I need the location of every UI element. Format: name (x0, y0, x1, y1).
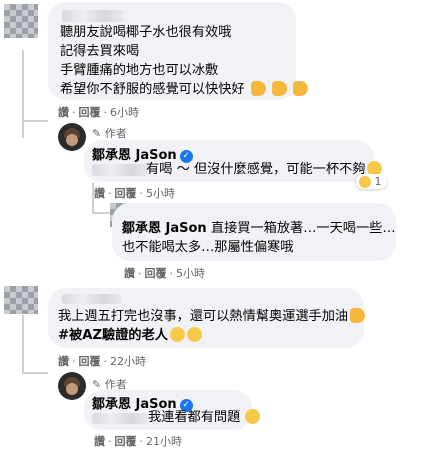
author-avatar[interactable] (58, 123, 86, 151)
timestamp[interactable]: 21小時 (146, 433, 182, 449)
thread-line (22, 315, 24, 373)
comment-text-line: 希望你不舒服的感覺可以快快好 (60, 80, 309, 99)
separator: · (139, 187, 144, 200)
comment-text-line: 聽朋友說喝椰子水也很有效哦 (60, 25, 232, 40)
mention-redacted[interactable] (92, 413, 148, 424)
timestamp[interactable]: 22小時 (110, 353, 146, 369)
like-link[interactable]: 讚 (124, 265, 135, 281)
author-badge-label: 作者 (104, 127, 127, 140)
avatar[interactable] (4, 4, 38, 38)
timestamp[interactable]: 5小時 (146, 185, 175, 201)
mention-redacted[interactable] (92, 164, 148, 176)
comment-actions: 讚 · 回覆 · 5小時 (94, 185, 175, 201)
avatar[interactable] (4, 286, 38, 314)
comment-actions: 讚 · 回覆 · 22小時 (58, 353, 146, 369)
thread-line (22, 120, 48, 122)
author-avatar[interactable] (58, 372, 86, 400)
thread-line (22, 50, 24, 138)
separator: · (103, 106, 108, 119)
comment-bubble: 我上週五打完也沒事，還可以熱情幫奧運選手加油 #被AZ驗證的老人 (48, 288, 366, 348)
separator: · (169, 267, 174, 280)
pencil-icon: ✎ (92, 127, 102, 140)
comment-text: 我連看都有問題 (148, 408, 261, 427)
muscle-icon (250, 81, 266, 96)
separator: · (108, 187, 112, 200)
comment-actions: 讚 · 回覆 · 5小時 (124, 265, 205, 281)
timestamp[interactable]: 5小時 (176, 265, 205, 281)
muscle-icon (350, 308, 366, 323)
comment-text: 有喝 ～ 但沒什麼感覺，可能一杯不夠 (146, 160, 383, 179)
reply-link[interactable]: 回覆 (115, 185, 137, 201)
comment-text: 我上週五打完也沒事，還可以熱情幫奧運選手加油 (58, 309, 349, 324)
sad-emoji-icon (245, 409, 261, 424)
comment-text-line: #被AZ驗證的老人 (58, 326, 202, 345)
comment-text-line: 記得去買來喝 (60, 44, 140, 59)
separator: · (72, 355, 76, 368)
comment-text: 希望你不舒服的感覺可以快快好 (60, 82, 245, 97)
hashtag-link[interactable]: #被AZ驗證的老人 (58, 328, 168, 343)
separator: · (139, 435, 144, 448)
reply-text-line: 鄒承恩 JaSon 直接買一箱放著…一天喝一些… (122, 219, 396, 238)
commenter-name-redacted[interactable] (62, 294, 122, 304)
comment-text-line: 手臂腫痛的地方也可以冰敷 (60, 63, 219, 78)
like-link[interactable]: 讚 (94, 433, 105, 449)
like-link[interactable]: 讚 (94, 185, 105, 201)
reaction-badge[interactable]: 1 (356, 174, 387, 189)
muscle-icon (293, 81, 309, 96)
comment-bubble: 聽朋友說喝椰子水也很有效哦 記得去買來喝 手臂腫痛的地方也可以冰敷 希望你不舒服… (48, 2, 309, 100)
separator: · (103, 355, 108, 368)
reply-link[interactable]: 回覆 (115, 433, 137, 449)
comment-bubble: 鄒承恩 JaSon ✓ 有喝 ～ 但沒什麼感覺，可能一杯不夠 (84, 140, 383, 182)
reply-text: 直接買一箱放著…一天喝一些… (210, 221, 396, 236)
like-link[interactable]: 讚 (58, 353, 69, 369)
thread-line (22, 372, 48, 374)
separator: · (108, 435, 112, 448)
reply-link[interactable]: 回覆 (145, 265, 167, 281)
comment-bubble: 鄒承恩 JaSon ✓ 我連看都有問題 (84, 390, 261, 430)
like-link[interactable]: 讚 (58, 104, 69, 120)
comment-actions: 讚 · 回覆 · 21小時 (94, 433, 182, 449)
laughing-emoji-icon (186, 327, 202, 342)
muscle-icon (272, 81, 288, 96)
timestamp[interactable]: 6小時 (110, 104, 139, 120)
comment-bubble: 鄒承恩 JaSon 直接買一箱放著…一天喝一些… 也不能喝太多…那屬性偏寒哦 (112, 203, 396, 261)
separator: · (72, 106, 76, 119)
comment-text-line: 我上週五打完也沒事，還可以熱情幫奧運選手加油 (58, 307, 366, 326)
reply-link[interactable]: 回覆 (79, 104, 101, 120)
comment-actions: 讚 · 回覆 · 6小時 (58, 104, 139, 120)
separator: · (138, 267, 142, 280)
reply-text-line: 也不能喝太多…那屬性偏寒哦 (122, 240, 294, 255)
author-badge: ✎ 作者 (92, 125, 127, 141)
laughing-emoji-icon (169, 327, 185, 342)
reaction-count: 1 (374, 175, 382, 188)
thread-line (92, 212, 110, 214)
wow-emoji-icon (359, 176, 371, 188)
commenter-name-redacted[interactable] (62, 10, 124, 22)
reply-mention-name[interactable]: 鄒承恩 JaSon (122, 221, 207, 236)
reply-link[interactable]: 回覆 (79, 353, 101, 369)
